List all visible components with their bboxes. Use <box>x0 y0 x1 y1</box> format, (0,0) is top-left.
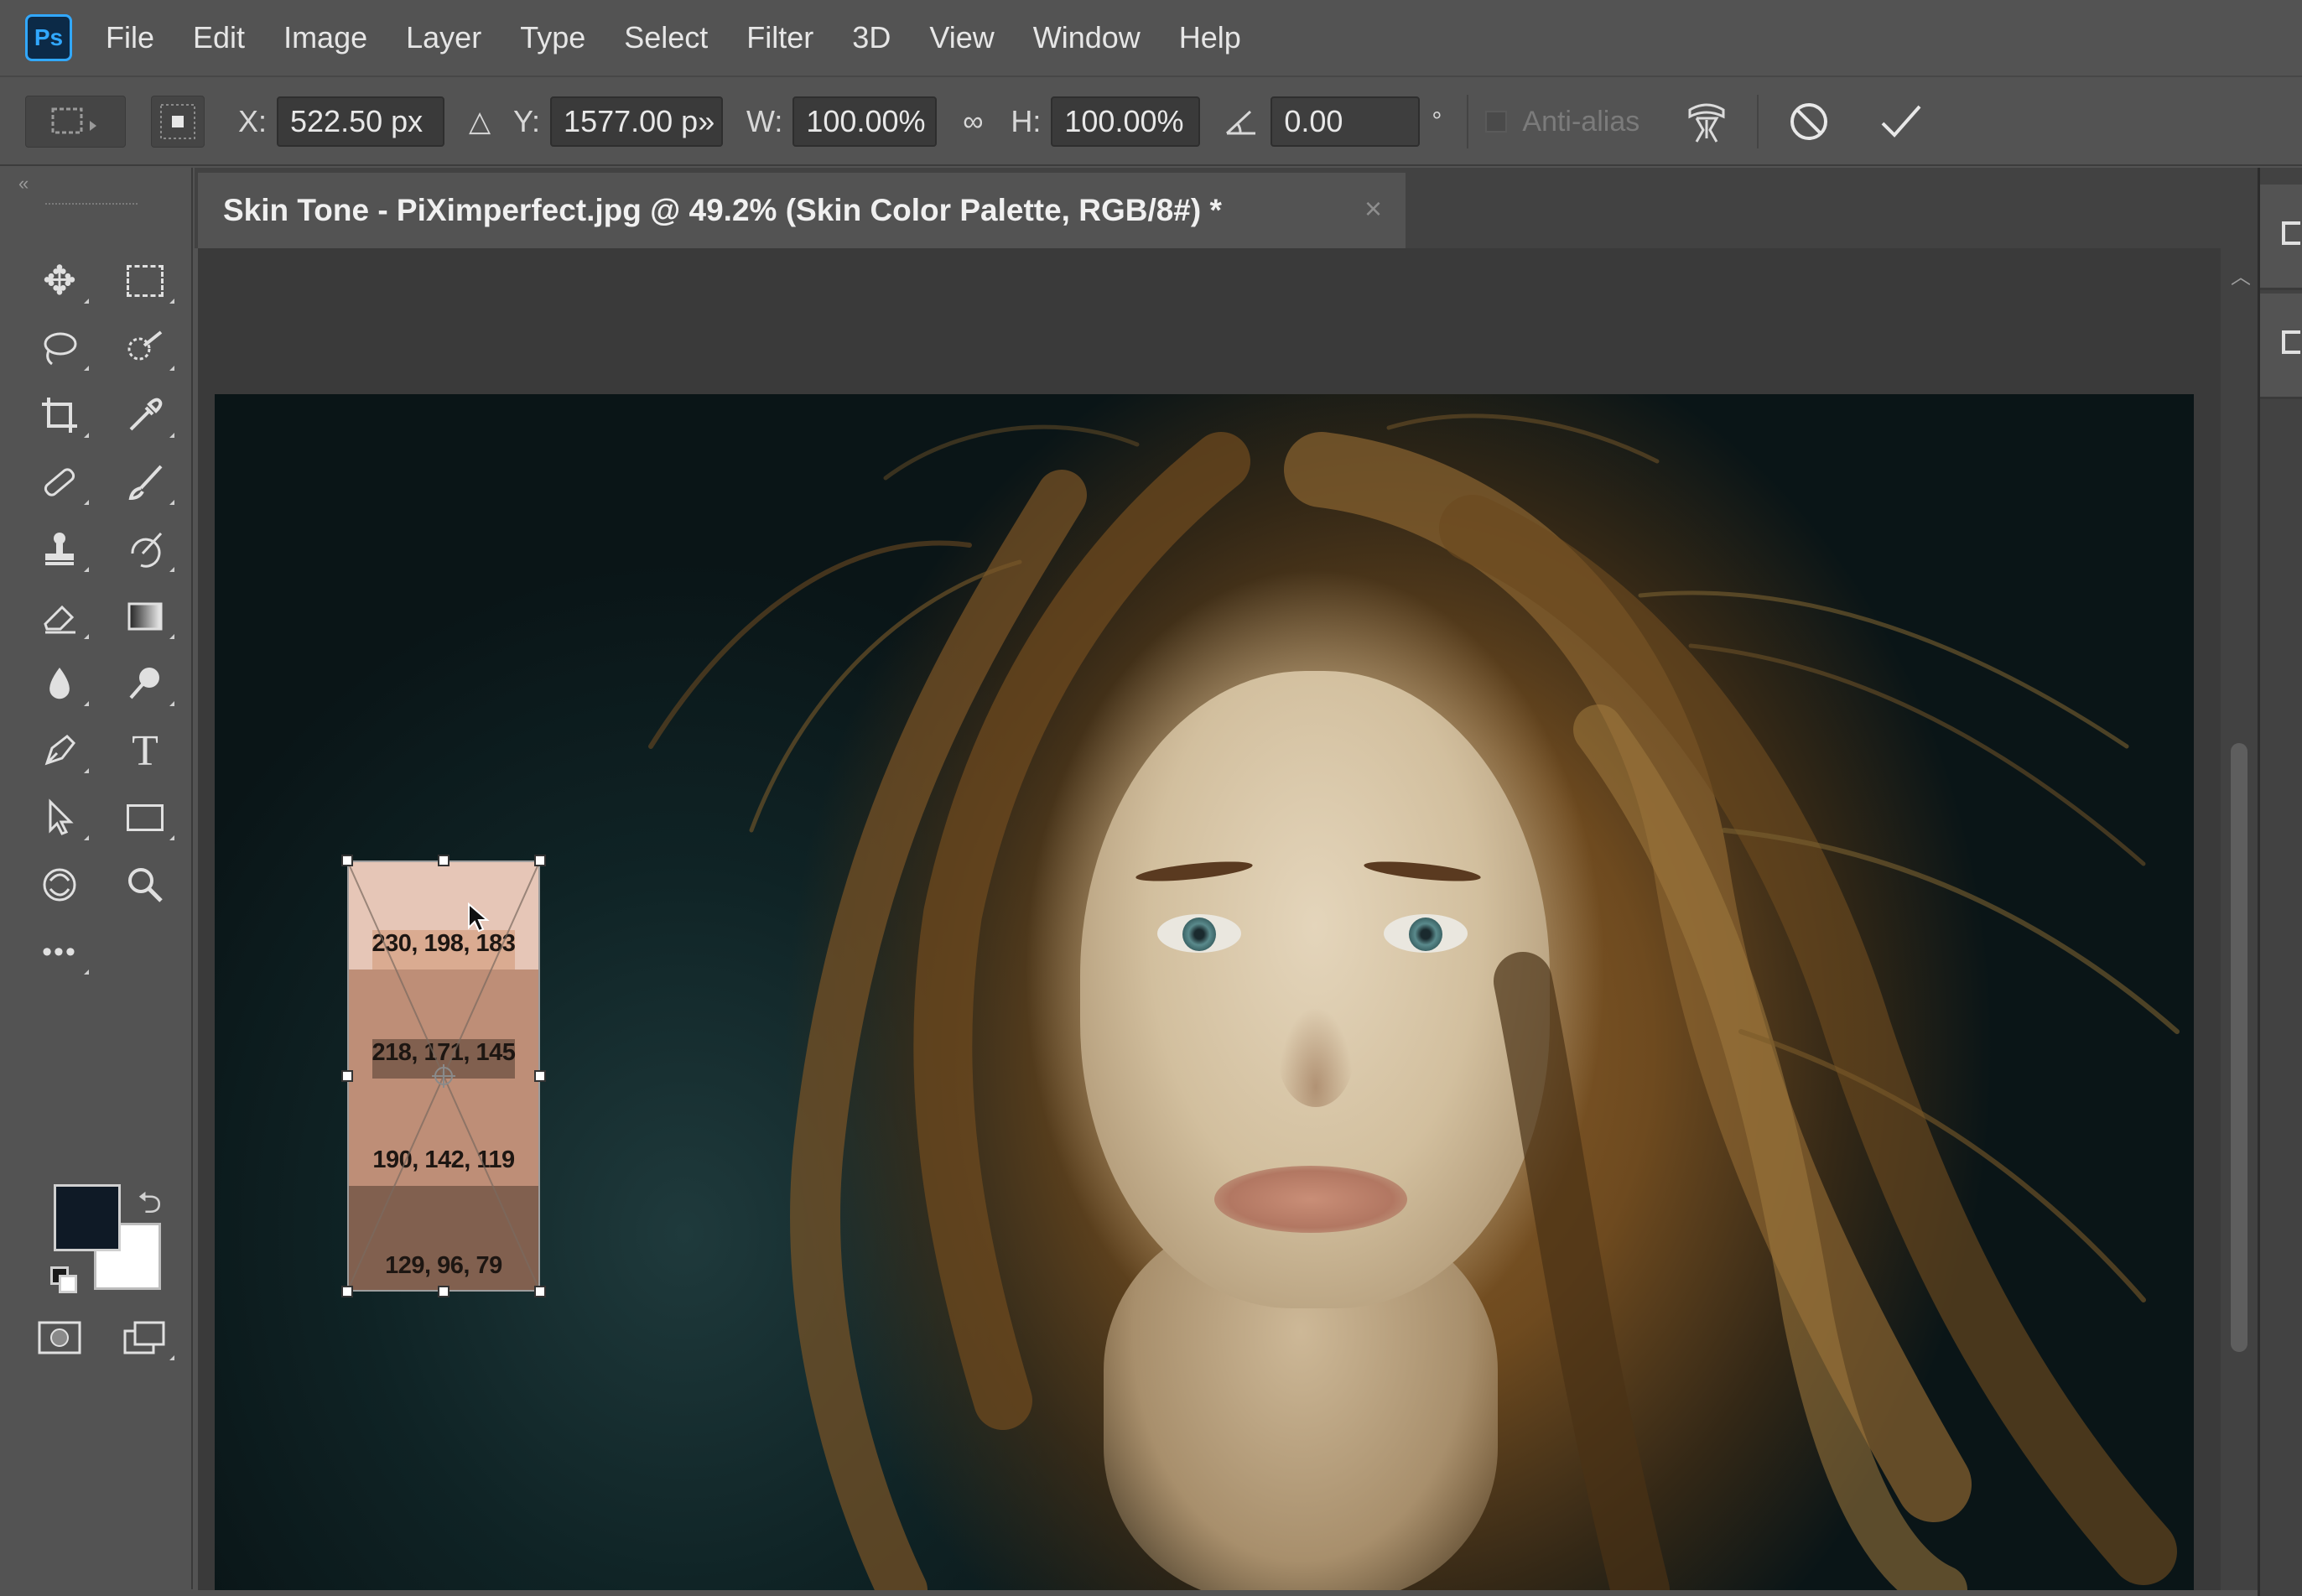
menu-filter[interactable]: Filter <box>746 20 813 55</box>
close-tab-icon[interactable]: × <box>1364 191 1382 226</box>
gradient-tool-icon[interactable] <box>107 587 183 646</box>
options-separator <box>1757 95 1759 148</box>
pen-tool-icon[interactable] <box>22 721 97 780</box>
y-label: Y: <box>513 104 541 138</box>
transform-preset-icon <box>51 107 96 134</box>
scroll-up-icon[interactable]: ︿ <box>2231 260 2251 289</box>
screen-mode-icon[interactable] <box>107 1308 183 1367</box>
x-label: X: <box>238 104 268 138</box>
foreground-color-swatch[interactable] <box>54 1184 121 1251</box>
y-position-field[interactable]: 1577.00 p» <box>550 96 724 147</box>
vertical-scrollbar[interactable]: ︿ <box>2221 248 2258 1590</box>
options-separator <box>1467 95 1469 148</box>
rotate-angle-icon <box>1226 110 1256 135</box>
commit-transform-icon[interactable] <box>1878 100 1925 143</box>
reference-point-grid[interactable] <box>151 96 205 148</box>
menu-layer[interactable]: Layer <box>406 20 481 55</box>
transform-handle-bottom-left[interactable] <box>341 1286 353 1297</box>
transform-handle-top-left[interactable] <box>341 855 353 866</box>
transform-handle-right[interactable] <box>534 1070 546 1082</box>
history-brush-tool-icon[interactable] <box>107 520 183 579</box>
dodge-tool-icon[interactable] <box>107 654 183 713</box>
path-selection-tool-icon[interactable] <box>22 788 97 847</box>
rectangle-tool-icon[interactable] <box>107 788 183 847</box>
document-tab-title: Skin Tone - PiXimperfect.jpg @ 49.2% (Sk… <box>223 193 1222 227</box>
menu-bar: Ps File Edit Image Layer Type Select Fil… <box>0 0 2302 77</box>
quick-mask-icon[interactable] <box>22 1308 97 1367</box>
eyedropper-tool-icon[interactable] <box>107 386 183 444</box>
marquee-tool-icon[interactable] <box>107 252 183 310</box>
reference-point-icon <box>160 104 195 139</box>
move-tool-icon[interactable]: ✥ <box>22 252 97 310</box>
default-colors-icon[interactable] <box>50 1266 81 1297</box>
healing-brush-tool-icon[interactable] <box>22 453 97 512</box>
menu-window[interactable]: Window <box>1033 20 1141 55</box>
photoshop-window: Ps File Edit Image Layer Type Select Fil… <box>0 0 2302 1596</box>
collapsed-panel-button[interactable] <box>2260 185 2302 290</box>
rotate-angle-field[interactable]: 0.00 <box>1271 96 1421 147</box>
transform-handle-bottom-right[interactable] <box>534 1286 546 1297</box>
skin-color-palette[interactable]: 230, 198, 183 218, 171, 145 190, 142, 11… <box>341 855 546 1297</box>
w-label: W: <box>746 104 783 138</box>
menu-file[interactable]: File <box>106 20 154 55</box>
document-tab-bar: Skin Tone - PiXimperfect.jpg @ 49.2% (Sk… <box>195 168 2258 248</box>
eraser-tool-icon[interactable] <box>22 587 97 646</box>
warp-mode-icon[interactable] <box>1681 96 1732 147</box>
tools-panel: « ✥ T ••• ⮌ <box>7 168 193 1589</box>
menu-type[interactable]: Type <box>520 20 585 55</box>
panel-grip[interactable] <box>45 203 138 208</box>
width-scale-field[interactable]: 100.00% <box>792 96 938 147</box>
zoom-tool-icon[interactable] <box>107 855 183 914</box>
blur-tool-icon[interactable] <box>22 654 97 713</box>
document-tab[interactable]: Skin Tone - PiXimperfect.jpg @ 49.2% (Sk… <box>198 173 1406 248</box>
right-panel-dock <box>2258 168 2302 1596</box>
degree-symbol: ° <box>1432 107 1442 135</box>
menu-edit[interactable]: Edit <box>193 20 245 55</box>
transform-handle-left[interactable] <box>341 1070 353 1082</box>
menu-image[interactable]: Image <box>283 20 367 55</box>
relative-position-icon[interactable]: △ <box>461 105 498 138</box>
lasso-tool-icon[interactable] <box>22 319 97 377</box>
menu-help[interactable]: Help <box>1179 20 1241 55</box>
x-position-field[interactable]: 522.50 px <box>277 96 445 147</box>
hand-tool-icon[interactable] <box>22 855 97 914</box>
antialias-checkbox[interactable] <box>1485 111 1508 133</box>
scrollbar-thumb[interactable] <box>2231 743 2247 1352</box>
collapsed-panel-button[interactable] <box>2260 294 2302 399</box>
h-label: H: <box>1011 104 1042 138</box>
transform-bounding-box <box>347 860 540 1292</box>
cancel-transform-icon[interactable] <box>1787 100 1831 143</box>
tool-preset-picker[interactable] <box>25 96 126 148</box>
clone-stamp-tool-icon[interactable] <box>22 520 97 579</box>
menu-3d[interactable]: 3D <box>852 20 891 55</box>
menu-select[interactable]: Select <box>624 20 708 55</box>
antialias-label: Anti-alias <box>1522 105 1640 138</box>
type-tool-icon[interactable]: T <box>107 721 183 780</box>
options-bar: X: 522.50 px △ Y: 1577.00 p» W: 100.00% … <box>0 79 2302 166</box>
transform-handle-bottom[interactable] <box>438 1286 449 1297</box>
edit-toolbar-icon[interactable]: ••• <box>22 923 97 981</box>
crop-tool-icon[interactable] <box>22 386 97 444</box>
transform-handle-top-right[interactable] <box>534 855 546 866</box>
brush-tool-icon[interactable] <box>107 453 183 512</box>
transform-handle-top[interactable] <box>438 855 449 866</box>
photoshop-logo-icon[interactable]: Ps <box>25 14 72 61</box>
collapse-panel-icon[interactable]: « <box>18 173 29 195</box>
link-aspect-icon[interactable]: ∞ <box>950 106 995 138</box>
height-scale-field[interactable]: 100.00% <box>1051 96 1201 147</box>
mouse-cursor-icon <box>468 902 490 933</box>
quick-selection-tool-icon[interactable] <box>107 319 183 377</box>
menu-view[interactable]: View <box>929 20 994 55</box>
